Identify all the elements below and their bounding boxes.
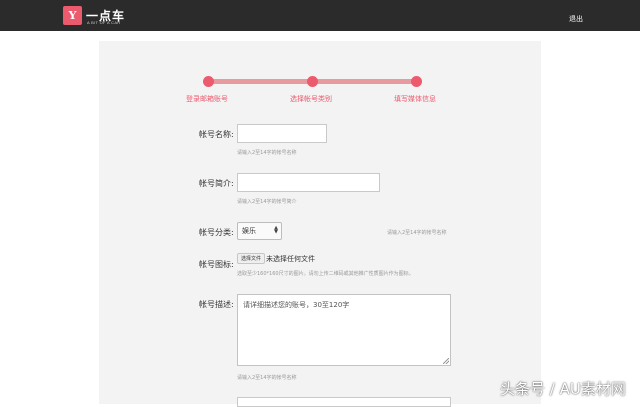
- step-connector-2: [317, 79, 415, 84]
- account-intro-input[interactable]: [237, 173, 380, 192]
- top-navigation-bar: Y 一点车 A BIT OF A CAR 退出: [0, 0, 640, 31]
- logo-icon[interactable]: Y: [63, 6, 82, 25]
- account-description-textarea[interactable]: 请详细描述您的账号，30至120字: [237, 294, 451, 366]
- step-1-label: 登录邮箱账号: [186, 95, 228, 103]
- brand-tagline: A BIT OF A CAR: [87, 20, 121, 25]
- account-description-label: 帐号描述:: [199, 300, 234, 309]
- select-arrows-icon: ▲ ▼: [274, 225, 278, 235]
- step-connector-1: [213, 79, 311, 84]
- category-selected-value: 娱乐: [242, 227, 256, 235]
- account-icon-hint: 选取至少160*160尺寸的图片。请勿上传二维码或其他推广性质图片作为图标。: [237, 271, 414, 277]
- account-category-label: 帐号分类:: [199, 228, 234, 237]
- account-intro-hint: 请输入2至14字的帐号简介: [237, 199, 297, 205]
- account-icon-label: 帐号图标:: [199, 260, 234, 269]
- description-placeholder: 请详细描述您的账号，30至120字: [243, 301, 350, 309]
- file-status-text: 未选择任何文件: [266, 255, 315, 263]
- watermark-text: 头条号 / AU素材网: [500, 380, 626, 398]
- account-intro-label: 帐号简介:: [199, 179, 234, 188]
- account-category-hint: 请输入2至14字的帐号名称: [387, 230, 447, 236]
- next-field-input[interactable]: [237, 397, 451, 407]
- step-3-label: 填写媒体信息: [394, 95, 436, 103]
- step-3-dot: [411, 76, 422, 87]
- resize-handle-icon[interactable]: [443, 358, 449, 364]
- logout-link[interactable]: 退出: [569, 14, 583, 24]
- step-2-label: 选择帐号类别: [290, 95, 332, 103]
- step-1-dot: [203, 76, 214, 87]
- step-2-dot: [307, 76, 318, 87]
- account-description-hint: 请输入2至14字的帐号名称: [237, 375, 297, 381]
- account-name-input[interactable]: [237, 124, 327, 143]
- account-name-label: 帐号名称:: [199, 130, 234, 139]
- choose-file-button[interactable]: 选择文件: [237, 253, 266, 264]
- account-name-hint: 请输入2至14字的帐号名称: [237, 150, 297, 156]
- account-category-select[interactable]: 娱乐 ▲ ▼: [237, 222, 282, 240]
